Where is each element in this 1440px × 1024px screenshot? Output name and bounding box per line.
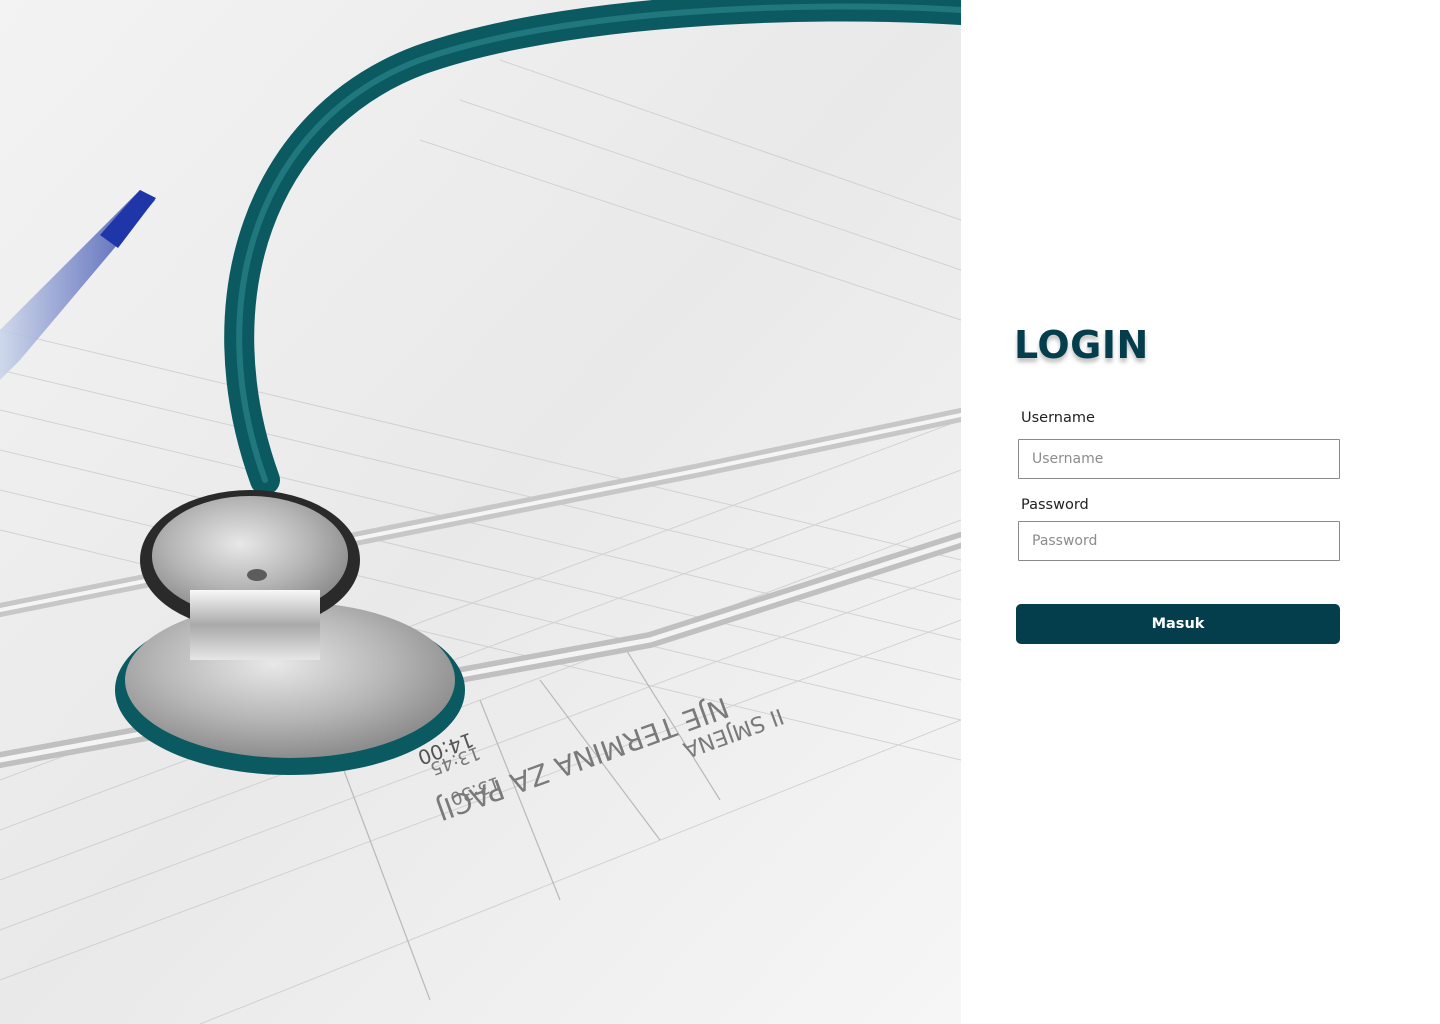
username-label: Username [1021,410,1095,426]
login-page: NJE TERMINA ZA PACIJ II SMJENA 14:00 13:… [0,0,1440,1024]
password-input[interactable] [1018,521,1340,561]
password-group: Password [1018,495,1341,561]
username-input[interactable] [1018,439,1340,479]
password-label: Password [1021,497,1089,513]
login-submit-button[interactable]: Masuk [1016,604,1340,644]
login-title: LOGIN [1014,323,1149,367]
login-panel: LOGIN Username Password Masuk [961,0,1440,1024]
hero-image-stethoscope: NJE TERMINA ZA PACIJ II SMJENA 14:00 13:… [0,0,961,1024]
stethoscope-illustration: NJE TERMINA ZA PACIJ II SMJENA 14:00 13:… [0,0,961,1024]
username-group: Username [1018,408,1341,479]
login-form: Username Password [1018,408,1341,561]
